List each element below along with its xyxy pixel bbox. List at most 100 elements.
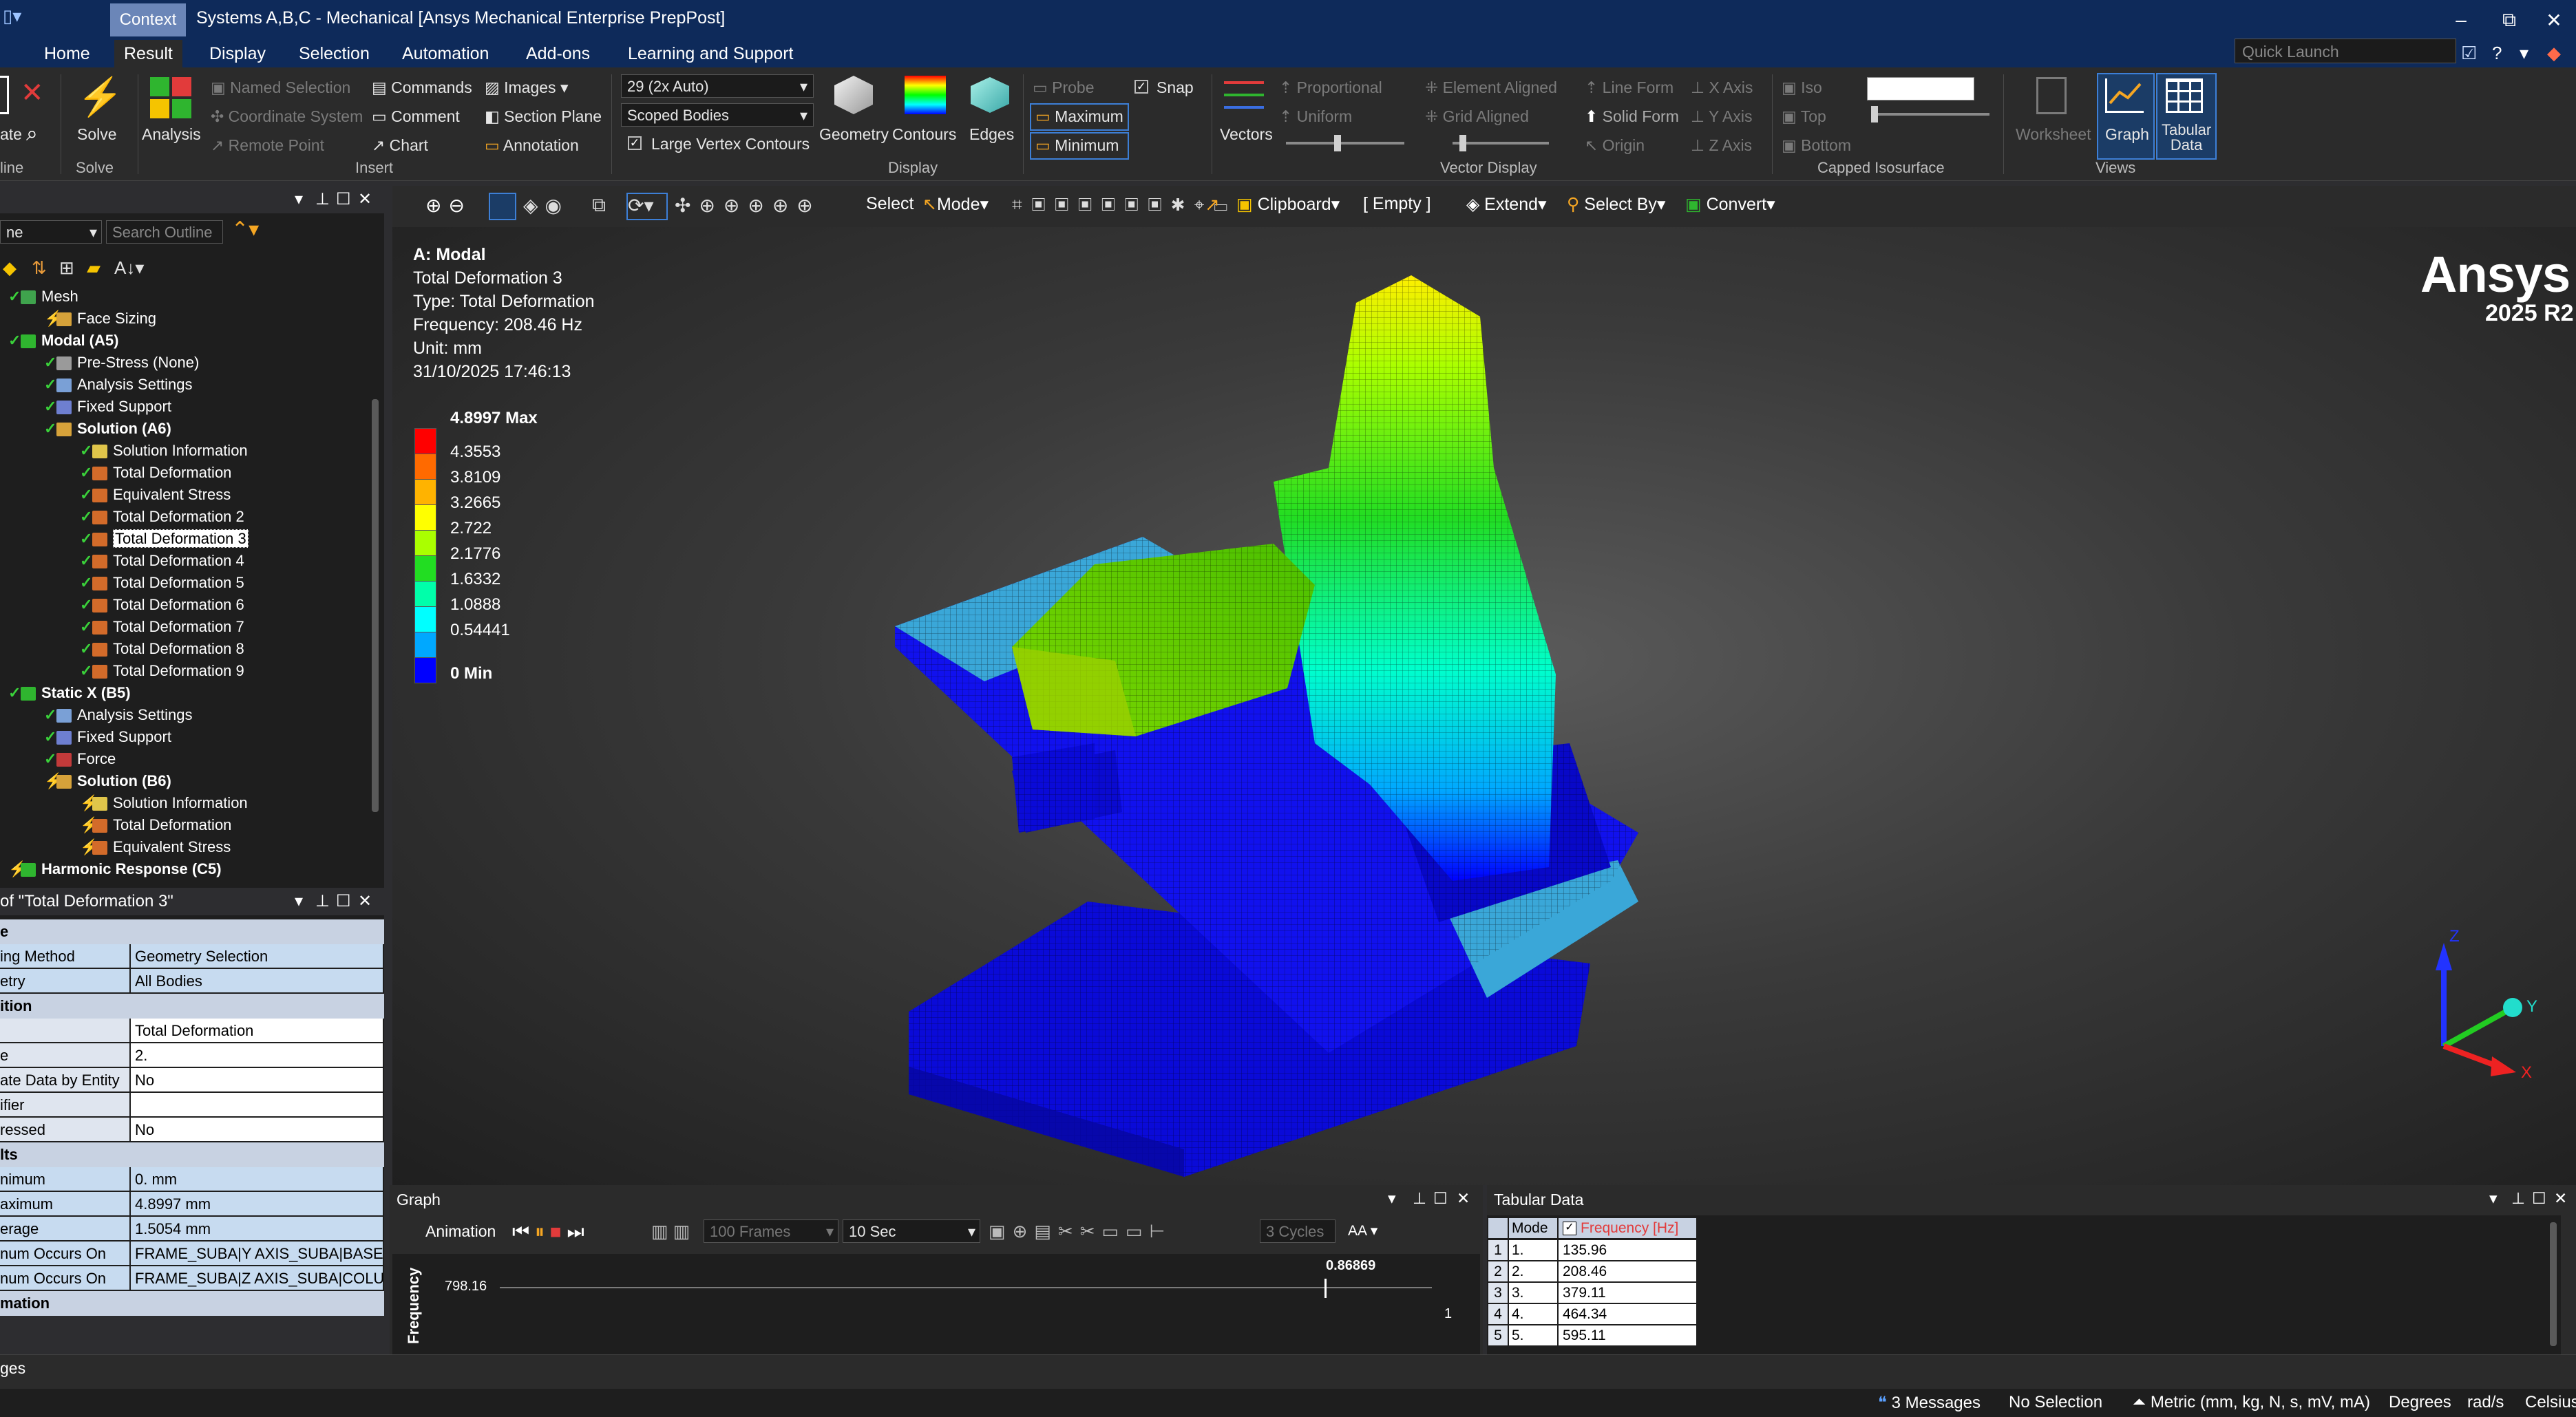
top-button[interactable]: ▣ Top — [1782, 107, 1826, 126]
details-menu-icon[interactable]: ▾ — [295, 888, 303, 915]
maximize-pane-icon[interactable]: ☐ — [336, 186, 351, 213]
x-axis-button[interactable]: ⊥ X Axis — [1691, 78, 1753, 97]
quick-launch-input[interactable]: Quick Launch — [2235, 39, 2456, 63]
find-icon[interactable]: ⌕ — [26, 122, 38, 146]
solve-icon[interactable]: ⚡ — [77, 76, 123, 119]
delete-icon[interactable]: ✕ — [21, 77, 44, 109]
maximum-button[interactable]: ▭ Maximum — [1035, 107, 1123, 126]
tree-node[interactable]: ✓ Static X (B5) — [8, 683, 131, 703]
messages-status[interactable]: ❝ 3 Messages — [1878, 1393, 1981, 1413]
tree-node[interactable]: ⚡ Total Deformation — [80, 815, 231, 835]
solid-form-button[interactable]: ⬆ Solid Form — [1585, 107, 1679, 126]
graph-button[interactable]: Graph — [2105, 125, 2149, 144]
mode-button[interactable]: ↖Mode▾ — [922, 194, 989, 215]
commands-button[interactable]: ▤ Commands — [372, 78, 472, 97]
details-property-row[interactable]: Total Deformation — [0, 1019, 384, 1043]
app-icon[interactable]: ▯▾ — [3, 6, 21, 27]
close-pane-icon[interactable]: ✕ — [358, 186, 372, 213]
graph-icon[interactable] — [2105, 78, 2144, 113]
frequency-column-header[interactable]: ✓ Frequency [Hz] — [1559, 1218, 1696, 1238]
messages-tab[interactable]: ges — [0, 1359, 25, 1378]
graph-menu-icon[interactable]: ▾ — [1388, 1189, 1396, 1208]
details-property-row[interactable]: erage 1.5054 mm — [0, 1217, 384, 1242]
details-property-row[interactable]: ing Method Geometry Selection — [0, 944, 384, 969]
tree-node[interactable]: ✓ Total Deformation 9 — [80, 661, 244, 681]
worksheet-icon[interactable] — [2036, 77, 2067, 114]
tab-selection[interactable]: Selection — [289, 40, 379, 67]
graph-maximize-icon[interactable]: ☐ — [1433, 1189, 1448, 1208]
legend-label[interactable]: 2.722 — [450, 519, 492, 538]
details-property-value[interactable]: No — [131, 1118, 383, 1141]
outline-scrollbar[interactable] — [372, 399, 379, 812]
details-pin-icon[interactable]: ⊥ — [315, 888, 330, 915]
outline-search-input[interactable]: Search Outline — [106, 220, 223, 244]
legend-label[interactable]: 4.8997 Max — [450, 409, 538, 428]
display-style-icons[interactable]: ◈◉ — [523, 194, 569, 217]
tree-node[interactable]: ✓ Force — [44, 749, 116, 769]
details-close-icon[interactable]: ✕ — [358, 888, 372, 915]
tabular-close-icon[interactable]: ✕ — [2554, 1189, 2567, 1208]
legend-label[interactable]: 4.3553 — [450, 443, 500, 462]
contour-legend[interactable]: 4.8997 Max 4.3553 3.8109 3.2665 2.722 2.1776 1… — [392, 409, 599, 684]
fea-model[interactable] — [888, 262, 2045, 1184]
details-property-value[interactable]: 2. — [131, 1043, 383, 1067]
view-zoom-icons[interactable]: ✣⊕⊕⊕⊕⊕ — [675, 194, 821, 217]
clipboard-button[interactable]: ▣ Clipboard▾ — [1236, 194, 1340, 215]
graph-pin-icon[interactable]: ⊥ — [1413, 1189, 1426, 1208]
element-aligned-button[interactable]: ⁜ Element Aligned — [1425, 78, 1557, 97]
select-all-icon[interactable]: ⧉ — [592, 194, 606, 217]
minimum-button[interactable]: ▭ Minimum — [1035, 136, 1119, 155]
vector-length-slider[interactable] — [1286, 135, 1404, 151]
axis-triad[interactable]: Z Y X — [2403, 922, 2540, 1080]
details-property-value[interactable]: Geometry Selection — [131, 944, 383, 968]
tree-node[interactable]: ✓ Mesh — [8, 286, 78, 307]
tree-node[interactable]: ✓ Equivalent Stress — [80, 484, 231, 505]
legend-label[interactable]: 0.54441 — [450, 621, 510, 640]
tree-node[interactable]: ✓ Pre-Stress (None) — [44, 352, 199, 373]
tree-node[interactable]: ✓ Total Deformation 2 — [80, 507, 244, 527]
details-property-row[interactable]: e 2. — [0, 1043, 384, 1068]
temperature-unit-status[interactable]: Celsius — [2525, 1393, 2576, 1412]
ansys-help-icon[interactable]: ◆ — [2547, 43, 2561, 64]
tree-node[interactable]: ✓ Total Deformation 4 — [80, 551, 244, 571]
contours-icon[interactable] — [905, 76, 946, 114]
edges-icon[interactable] — [971, 77, 1009, 113]
unit-system-status[interactable]: ⏶ Metric (mm, kg, N, s, mV, mA) — [2133, 1393, 2370, 1412]
annotation-button[interactable]: ▭ Annotation — [485, 136, 579, 155]
tabular-cell-freq[interactable]: 595.11 — [1559, 1325, 1696, 1345]
selection-filter-icons[interactable]: ⌗▣▣▣▣▣▣✱⌖▭ — [1012, 194, 1237, 216]
large-vertex-contours-checkbox[interactable]: ✓ — [628, 136, 642, 150]
z-axis-button[interactable]: ⊥ Z Axis — [1691, 136, 1752, 155]
line-form-button[interactable]: ⇡ Line Form — [1585, 78, 1674, 97]
tree-node[interactable]: ⚡ Harmonic Response (C5) — [8, 859, 222, 880]
tree-node-selected[interactable]: ✓ Total Deformation 3 — [80, 529, 249, 549]
legend-label[interactable]: 3.8109 — [450, 468, 500, 487]
tabular-cell-mode[interactable]: 2. — [1509, 1261, 1557, 1281]
grid-density-slider[interactable] — [1453, 135, 1549, 151]
convert-button[interactable]: ▣ Convert▾ — [1685, 194, 1775, 215]
details-property-value[interactable]: 1.5054 mm — [131, 1217, 383, 1240]
legend-label[interactable]: 1.6332 — [450, 570, 500, 589]
update-label[interactable]: ate — [0, 125, 22, 144]
details-property-value[interactable]: 0. mm — [131, 1167, 383, 1191]
analysis-icon[interactable] — [150, 77, 191, 118]
quick-launch-icon[interactable]: ☑ — [2461, 43, 2477, 64]
close-window-button[interactable]: ✕ — [2530, 4, 2576, 36]
details-property-value[interactable]: No — [131, 1068, 383, 1091]
update-icon[interactable] — [0, 76, 9, 114]
grid-aligned-button[interactable]: ⁜ Grid Aligned — [1425, 107, 1529, 126]
tabular-cell-freq[interactable]: 464.34 — [1559, 1304, 1696, 1324]
tab-add-ons[interactable]: Add-ons — [516, 40, 600, 67]
duration-dropdown[interactable]: 10 Sec ▾ — [843, 1219, 980, 1243]
details-property-value[interactable]: Total Deformation — [131, 1019, 383, 1042]
details-category-row[interactable]: mation — [0, 1291, 384, 1316]
tree-node[interactable]: ✓ Analysis Settings — [44, 705, 193, 725]
details-category-row[interactable]: e — [0, 919, 384, 944]
tabular-cell-mode[interactable]: 1. — [1509, 1240, 1557, 1260]
chart-button[interactable]: ↗ Chart — [372, 136, 428, 155]
legend-label[interactable]: 3.2665 — [450, 493, 500, 513]
edges-button[interactable]: Edges — [969, 125, 1014, 144]
restore-button[interactable]: ⧉ — [2485, 4, 2533, 36]
solve-button[interactable]: Solve — [77, 125, 117, 144]
tree-node[interactable]: ✓ Solution Information — [80, 440, 248, 461]
